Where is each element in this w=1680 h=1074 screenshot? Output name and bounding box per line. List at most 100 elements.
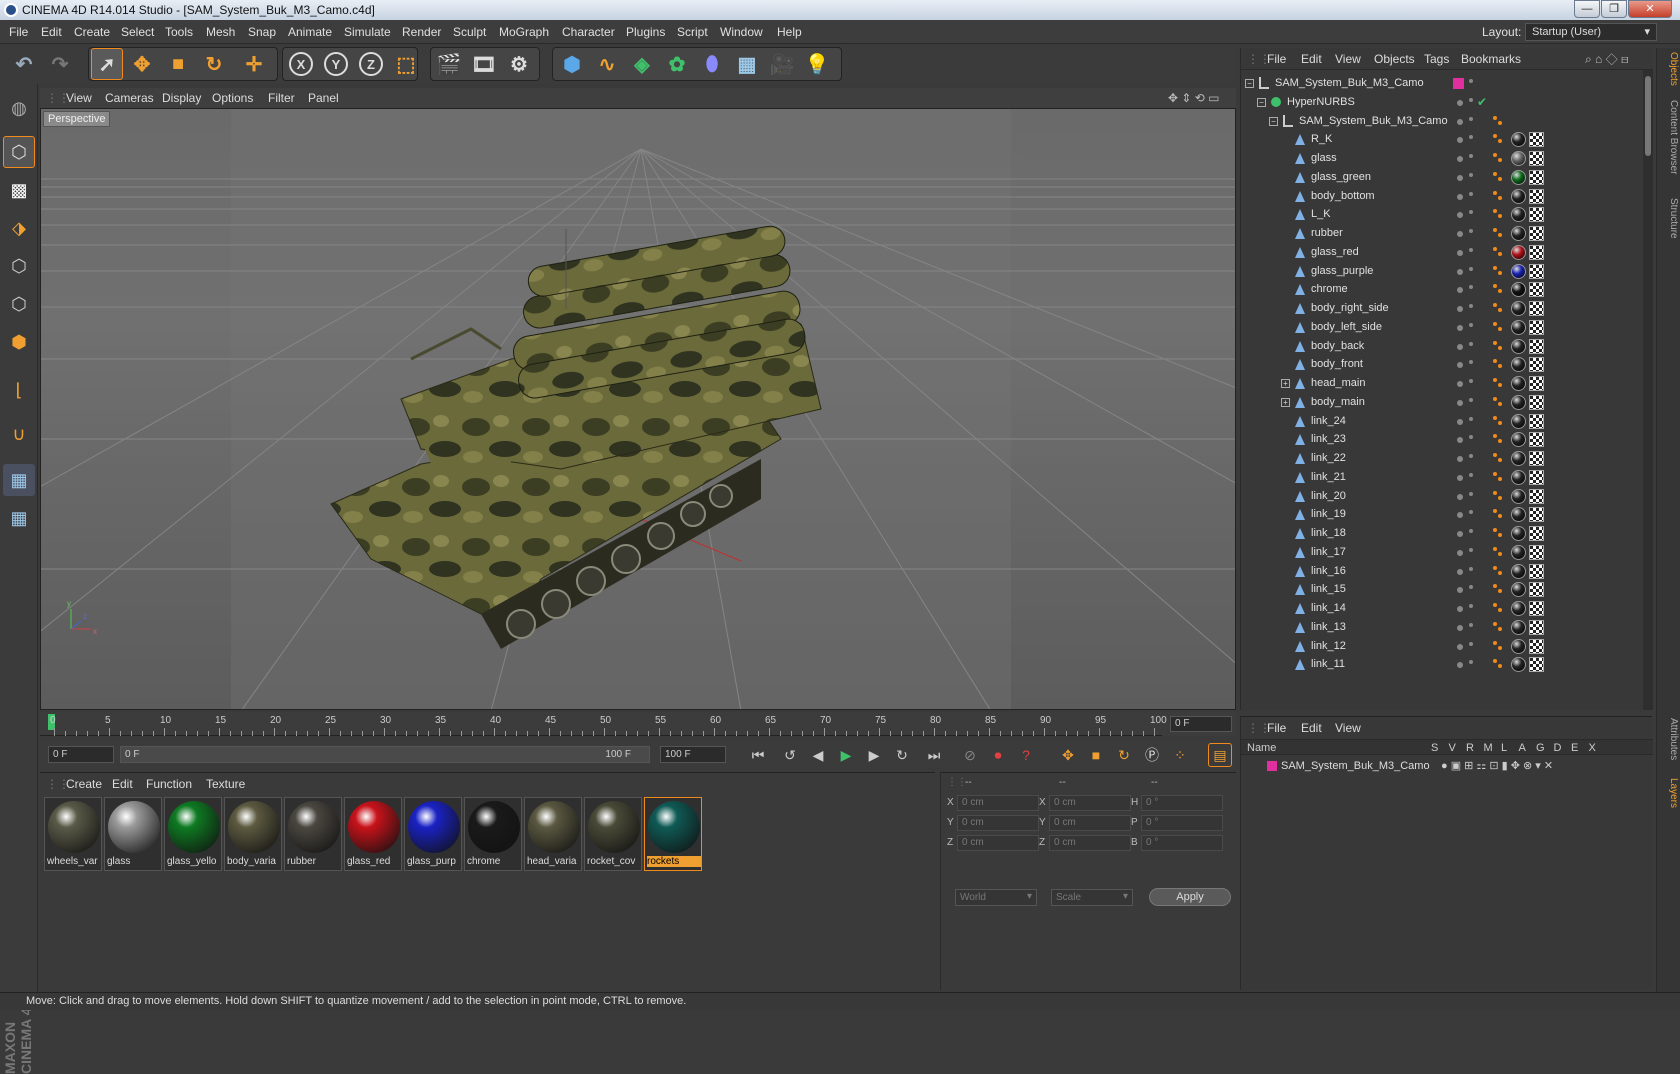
points-mode-icon[interactable]: ⬡ [3, 250, 35, 282]
editor-visibility-dot[interactable] [1457, 249, 1463, 256]
phong-tag-icon[interactable] [1493, 415, 1503, 426]
viewport-menu-panel[interactable]: Panel [308, 91, 339, 105]
material-swatch[interactable]: glass [104, 797, 162, 871]
material-tag-icon[interactable] [1511, 244, 1526, 260]
material-tag-icon[interactable] [1511, 544, 1526, 560]
frame-range-slider[interactable]: 0 F 100 F [120, 746, 650, 763]
object-row[interactable]: − HyperNURBS ✔ [1241, 93, 1641, 113]
key-move-icon[interactable]: ✥ [1056, 743, 1080, 767]
tab-objects[interactable]: Objects [1659, 52, 1679, 86]
render-picture-viewer-icon[interactable]: 🎞 [468, 48, 500, 80]
phong-tag-icon[interactable] [1493, 453, 1503, 463]
render-visibility-dot[interactable] [1469, 154, 1473, 158]
render-visibility-dot[interactable] [1469, 641, 1473, 646]
layer-col-header[interactable]: G [1536, 742, 1545, 754]
object-name[interactable]: link_16 [1311, 565, 1346, 577]
phong-tag-icon[interactable] [1493, 246, 1503, 257]
editor-visibility-dot[interactable] [1457, 662, 1463, 669]
render-visibility-dot[interactable] [1469, 604, 1473, 608]
menu-simulate[interactable]: Simulate [344, 25, 391, 39]
editor-visibility-dot[interactable] [1457, 193, 1463, 200]
material-tag-icon[interactable] [1511, 357, 1526, 373]
3d-viewport[interactable]: y x z Perspective [40, 108, 1236, 710]
coord-mode-dropdown[interactable]: World ▾ [955, 889, 1037, 906]
render-visibility-dot[interactable] [1469, 322, 1473, 327]
object-row[interactable]: body_back [1241, 337, 1641, 357]
render-visibility-dot[interactable] [1469, 622, 1473, 627]
render-visibility-dot[interactable] [1469, 191, 1473, 196]
menu-script[interactable]: Script [677, 25, 708, 39]
layer-col-header[interactable]: V [1449, 742, 1456, 754]
menu-file[interactable]: File [9, 25, 28, 39]
object-name[interactable]: link_11 [1311, 658, 1345, 670]
texture-tag-icon[interactable] [1529, 357, 1544, 373]
texture-tag-icon[interactable] [1529, 338, 1544, 354]
menu-mesh[interactable]: Mesh [206, 25, 235, 39]
object-scrollbar[interactable] [1643, 70, 1653, 710]
add-tool-icon[interactable]: ✛ [238, 48, 270, 80]
go-to-start-icon[interactable]: ⏮ [746, 743, 770, 767]
editor-visibility-dot[interactable] [1457, 324, 1463, 331]
object-name[interactable]: link_12 [1311, 640, 1346, 652]
phong-tag-icon[interactable] [1493, 228, 1503, 238]
coord-field[interactable]: 0 cm [1049, 835, 1131, 851]
material-tag-icon[interactable] [1511, 619, 1526, 635]
texture-tag-icon[interactable] [1529, 544, 1544, 560]
record-off-icon[interactable]: ⊘ [958, 743, 982, 767]
phong-tag-icon[interactable] [1493, 284, 1503, 294]
texture-tag-icon[interactable] [1529, 244, 1544, 260]
material-swatch[interactable]: chrome [464, 797, 522, 871]
menu-sculpt[interactable]: Sculpt [453, 25, 486, 39]
layer-col-header[interactable]: R [1466, 742, 1474, 754]
object-name[interactable]: body_front [1311, 358, 1363, 370]
y-axis-lock-icon[interactable]: Y [320, 48, 352, 80]
key-pla-icon[interactable]: ⁘ [1168, 743, 1192, 767]
texture-tag-icon[interactable] [1529, 226, 1544, 241]
material-tag-icon[interactable] [1511, 263, 1526, 279]
deformer-icon[interactable]: ⬮ [696, 48, 728, 80]
object-name[interactable]: head_main [1311, 377, 1365, 389]
render-visibility-dot[interactable] [1469, 472, 1473, 477]
render-visibility-dot[interactable] [1469, 79, 1473, 83]
editor-visibility-dot[interactable] [1457, 306, 1463, 312]
autokey-icon[interactable]: ? [1014, 743, 1038, 767]
model-mode-icon[interactable]: ⬡ [3, 136, 35, 168]
texture-tag-icon[interactable] [1529, 319, 1544, 335]
material-swatch[interactable]: body_varia [224, 797, 282, 871]
apply-button[interactable]: Apply [1149, 888, 1231, 906]
phong-tag-icon[interactable] [1493, 490, 1503, 501]
obj-menu-bookmarks[interactable]: Bookmarks [1461, 52, 1521, 66]
move-tool-icon[interactable]: ✥ [126, 48, 158, 80]
render-visibility-dot[interactable] [1469, 360, 1473, 365]
material-tag-icon[interactable] [1511, 451, 1526, 466]
mat-menu-function[interactable]: Function [146, 777, 192, 791]
editor-visibility-dot[interactable] [1457, 456, 1463, 462]
editor-visibility-dot[interactable] [1457, 156, 1463, 162]
key-rotate-icon[interactable]: ↻ [1112, 743, 1136, 767]
object-row[interactable]: link_15 [1241, 580, 1641, 600]
phong-tag-icon[interactable] [1493, 303, 1503, 313]
object-row[interactable]: + body_main [1241, 393, 1641, 413]
render-visibility-dot[interactable] [1469, 135, 1473, 140]
editor-visibility-dot[interactable] [1457, 624, 1463, 631]
prev-frame-icon[interactable]: ◀ [806, 743, 830, 767]
object-row[interactable]: glass [1241, 149, 1641, 169]
menu-render[interactable]: Render [402, 25, 441, 39]
editor-visibility-dot[interactable] [1457, 212, 1463, 219]
material-tag-icon[interactable] [1511, 638, 1526, 654]
render-visibility-dot[interactable] [1469, 454, 1473, 458]
menu-tools[interactable]: Tools [165, 25, 193, 39]
floor-icon[interactable]: ▦ [731, 48, 763, 80]
phong-tag-icon[interactable] [1493, 565, 1503, 576]
editor-visibility-dot[interactable] [1457, 568, 1463, 575]
phong-tag-icon[interactable] [1493, 603, 1503, 613]
object-row[interactable]: link_11 [1241, 655, 1641, 675]
object-name[interactable]: link_21 [1311, 471, 1346, 483]
object-name[interactable]: body_left_side [1311, 321, 1382, 333]
start-frame-field[interactable]: 0 F [48, 746, 114, 763]
texture-tag-icon[interactable] [1529, 413, 1544, 429]
nurbs-icon[interactable]: ◈ [626, 48, 658, 80]
object-name[interactable]: chrome [1311, 283, 1348, 295]
coord-field[interactable]: 0 cm [957, 795, 1039, 811]
texture-tag-icon[interactable] [1529, 507, 1544, 523]
